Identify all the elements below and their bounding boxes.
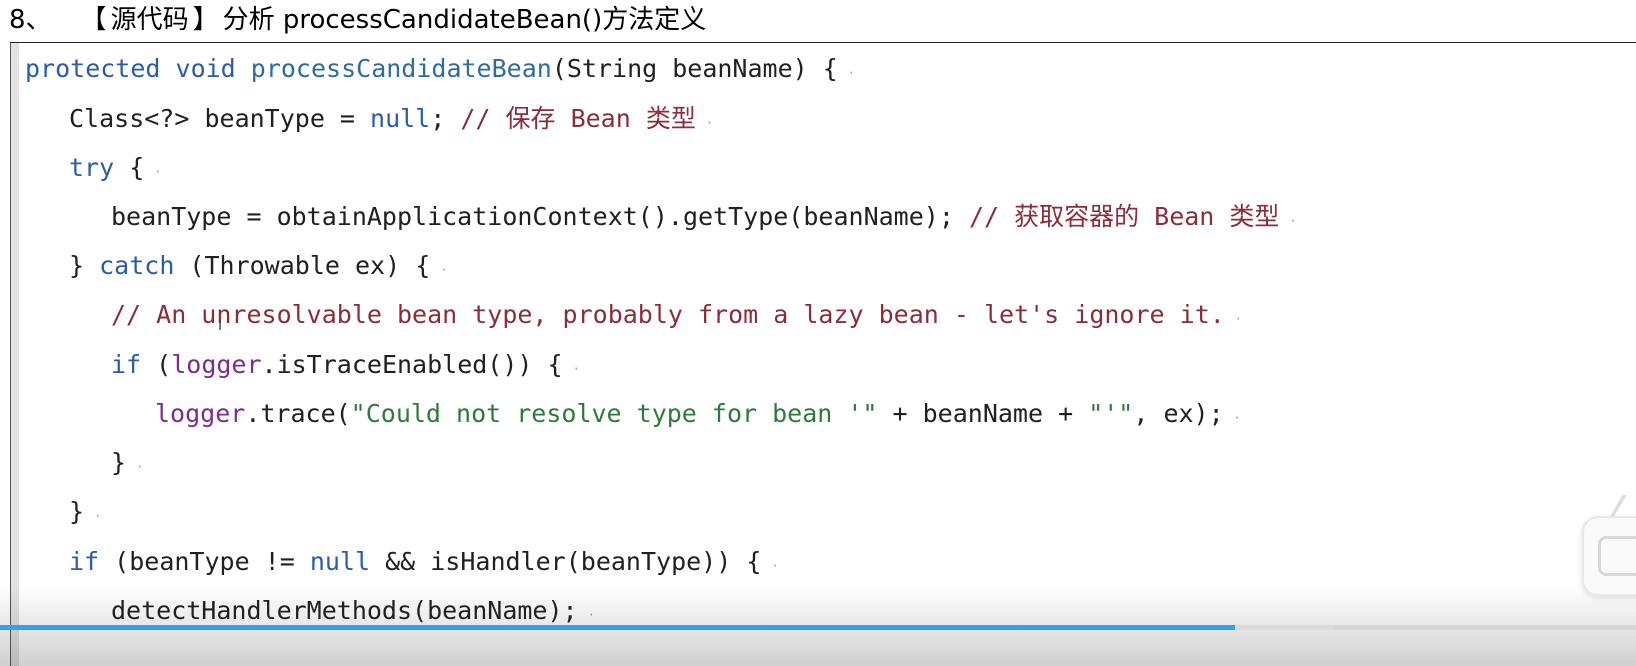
code-token: "Could not resolve type for bean '" (350, 399, 878, 428)
line-end-mark: · (847, 66, 856, 80)
line-end-mark: · (705, 116, 714, 130)
code-token: Class<?> beanType = (69, 104, 371, 133)
code-line: } · (69, 494, 101, 530)
code-token: null (309, 547, 371, 576)
code-line: detectHandlerMethods(beanName); · (111, 593, 595, 629)
progress-bar[interactable] (0, 625, 1636, 630)
code-token: null (370, 104, 431, 133)
line-end-mark: · (1234, 312, 1243, 326)
line-end-mark: · (440, 263, 448, 277)
progress-fill (0, 625, 1236, 630)
video-frame: 8、 【源代码】分析 processCandidateBean()方法定义 pro… (0, 0, 1636, 666)
heading-bracket-label: 源代码 (110, 5, 189, 35)
code-line: if (beanType != null && isHandler(beanTy… (69, 544, 779, 580)
line-end-mark: · (771, 559, 779, 573)
code-line: } · (111, 445, 143, 481)
code-token: .trace( (245, 399, 351, 428)
code-token: { (114, 153, 145, 182)
code-token: , ex); (1133, 399, 1224, 428)
heading-number: 8、 (9, 5, 52, 35)
code-token: && isHandler(beanType)) { (370, 547, 762, 576)
code-line: logger.trace("Could not resolve type for… (155, 396, 1241, 432)
code-line: try { · (69, 150, 162, 186)
code-token: beanType = obtainApplicationContext().ge… (111, 202, 969, 231)
code-token: } (69, 251, 100, 280)
code-token: try (69, 153, 115, 182)
code-line: protected void processCandidateBean(Stri… (25, 51, 855, 87)
code-token: ; (430, 104, 461, 133)
code-token: if (69, 547, 100, 576)
code-token: } (111, 448, 127, 477)
code-line: beanType = obtainApplicationContext().ge… (111, 199, 1297, 235)
code-token: // 保存 Bean 类型 (460, 104, 696, 133)
code-token: // 获取容器的 Bean 类型 (968, 202, 1280, 231)
code-token: detectHandlerMethods(beanName); (111, 596, 578, 625)
heading-text: 分析 processCandidateBean()方法定义 (222, 5, 707, 35)
code-token: if (111, 350, 142, 379)
code-token: + beanName + (877, 399, 1089, 428)
line-end-mark: · (1233, 411, 1241, 425)
code-block: protected void processCandidateBean(Stri… (10, 43, 1636, 666)
code-line: // An unresolvable bean type, probably f… (111, 297, 1242, 333)
code-line: } catch (Throwable ex) { · (69, 248, 447, 284)
code-token: } (69, 497, 85, 526)
tv-icon (1598, 536, 1636, 576)
code-token: logger (171, 350, 262, 379)
line-end-mark: · (1289, 214, 1297, 228)
code-token: .isTraceEnabled()) { (261, 350, 563, 379)
code-token: processCandidateBean (250, 54, 552, 83)
code-token: protected void (25, 54, 251, 83)
code-line: if (logger.isTraceEnabled()) { · (111, 347, 580, 383)
line-end-mark: · (572, 362, 580, 376)
code-token: ( (141, 350, 172, 379)
code-token: // An unresolvable bean type, probably f… (111, 300, 1225, 329)
line-end-mark: · (136, 460, 144, 474)
heading-bracket-close: 】 (192, 5, 219, 35)
floating-tv-button[interactable] (1582, 516, 1636, 596)
code-token: (String beanName) { (551, 54, 838, 83)
line-end-mark: · (94, 509, 102, 523)
code-token: (beanType != (99, 547, 310, 576)
code-token: catch (99, 251, 175, 280)
code-line: Class<?> beanType = null; // 保存 Bean 类型 · (69, 101, 713, 137)
line-end-mark: · (154, 165, 162, 179)
text-cursor-icon: I (218, 318, 223, 334)
slide-heading: 8、 【源代码】分析 processCandidateBean()方法定义 (9, 0, 706, 40)
code-token: "'" (1088, 399, 1134, 428)
heading-bracket-open: 【 (93, 5, 107, 35)
code-token: logger (155, 399, 246, 428)
code-token: (Throwable ex) { (174, 251, 431, 280)
code-gutter (10, 43, 19, 666)
line-end-mark: · (587, 608, 595, 622)
